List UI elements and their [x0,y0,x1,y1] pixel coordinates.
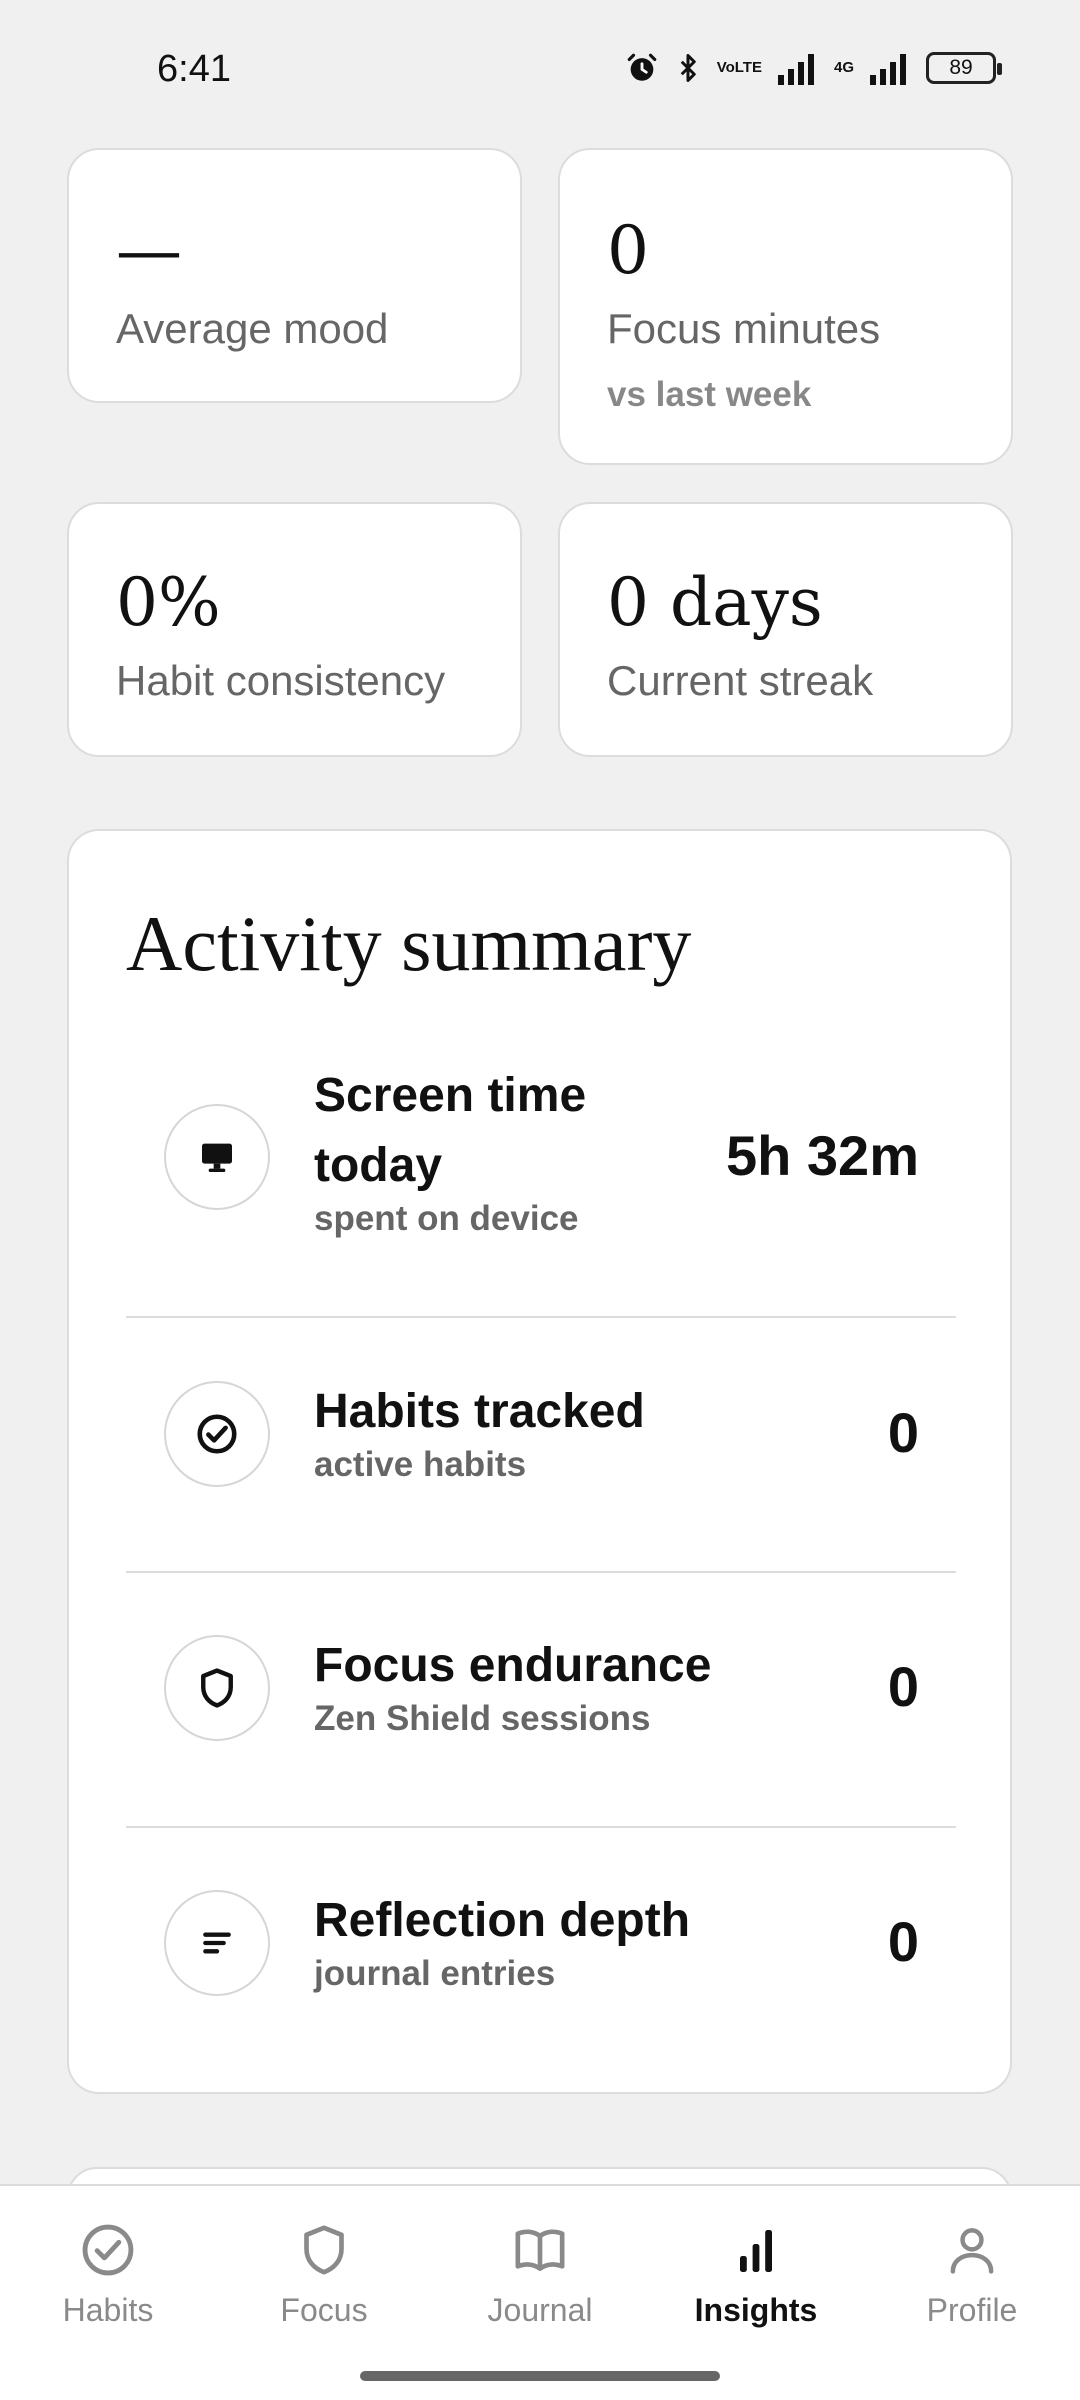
check-circle-icon [79,2216,137,2284]
average-mood-label: Average mood [116,305,389,352]
bluetooth-icon [673,50,703,86]
screen-time-title: Screen time [314,1069,587,1122]
signal-icon-2 [868,51,912,85]
focus-minutes-comparison: vs last week [607,375,812,414]
nav-journal[interactable]: Journal [450,2216,630,2356]
current-streak-label: Current streak [607,657,874,704]
bottom-navigation: Habits Focus Journal Insights Profile [0,2184,1080,2400]
nav-insights[interactable]: Insights [666,2216,846,2356]
screen-time-value: 5h 32m [726,1124,919,1187]
signal-icon [776,51,820,85]
bar-chart-icon [736,2216,776,2284]
screen-time-row[interactable]: Screen time today spent on device 5h 32m [126,1061,956,1261]
shield-icon [296,2216,352,2284]
row-divider [126,1316,956,1318]
activity-summary-card: Activity summary Screen time today spent… [67,829,1012,2094]
reflection-depth-value: 0 [887,1910,919,1973]
habits-tracked-row[interactable]: Habits tracked active habits 0 [126,1377,956,1517]
row-divider [126,1826,956,1828]
focus-minutes-label: Focus minutes [607,305,881,352]
current-streak-value: 0 days [607,564,823,641]
status-time: 6:41 [157,48,231,90]
nav-habits[interactable]: Habits [18,2216,198,2356]
nav-focus-label: Focus [280,2292,368,2328]
nav-profile-label: Profile [926,2292,1018,2328]
habits-tracked-title: Habits tracked [314,1385,645,1438]
habit-consistency-card[interactable]: 0% Habit consistency [67,502,522,757]
nav-insights-label: Insights [694,2292,818,2328]
monitor-icon [164,1104,270,1210]
lines-icon [164,1890,270,1996]
nav-focus[interactable]: Focus [234,2216,414,2356]
network-type-icon: 4G [833,59,854,76]
nav-habits-label: Habits [62,2292,154,2328]
insights-screen: 6:41 VoLTE 4G 89 — Average mood 0 Focus … [0,0,1080,2400]
battery-icon: 89 [926,52,1002,84]
focus-minutes-card[interactable]: 0 Focus minutes vs last week [558,148,1013,465]
current-streak-card[interactable]: 0 days Current streak [558,502,1013,757]
average-mood-value: — [116,212,182,289]
focus-endurance-subtitle: Zen Shield sessions [314,1699,651,1738]
focus-minutes-value: 0 [607,212,649,289]
alarm-icon [625,51,659,85]
focus-endurance-value: 0 [887,1655,919,1718]
status-bar: 6:41 VoLTE 4G 89 [0,0,1080,140]
habit-consistency-value: 0% [116,564,221,641]
row-divider [126,1571,956,1573]
reflection-depth-title: Reflection depth [314,1894,691,1947]
volte-icon: VoLTE [716,59,762,76]
activity-summary-title: Activity summary [126,900,692,987]
focus-endurance-title: Focus endurance [314,1639,712,1692]
average-mood-card[interactable]: — Average mood [67,148,522,403]
screen-time-subtitle: spent on device [314,1199,579,1238]
status-icons: VoLTE 4G 89 [625,50,1002,86]
screen-time-title-line2: today [314,1139,443,1192]
person-icon [945,2216,999,2284]
reflection-depth-row[interactable]: Reflection depth journal entries 0 [126,1886,956,2026]
focus-endurance-row[interactable]: Focus endurance Zen Shield sessions 0 [126,1631,956,1771]
habits-tracked-value: 0 [887,1401,919,1464]
habits-tracked-subtitle: active habits [314,1445,527,1484]
nav-journal-label: Journal [487,2292,593,2328]
check-circle-icon [164,1381,270,1487]
reflection-depth-subtitle: journal entries [314,1954,556,1993]
shield-icon [164,1635,270,1741]
book-icon [510,2216,570,2284]
habit-consistency-label: Habit consistency [116,657,446,704]
home-indicator[interactable] [360,2371,720,2381]
nav-profile[interactable]: Profile [882,2216,1062,2356]
